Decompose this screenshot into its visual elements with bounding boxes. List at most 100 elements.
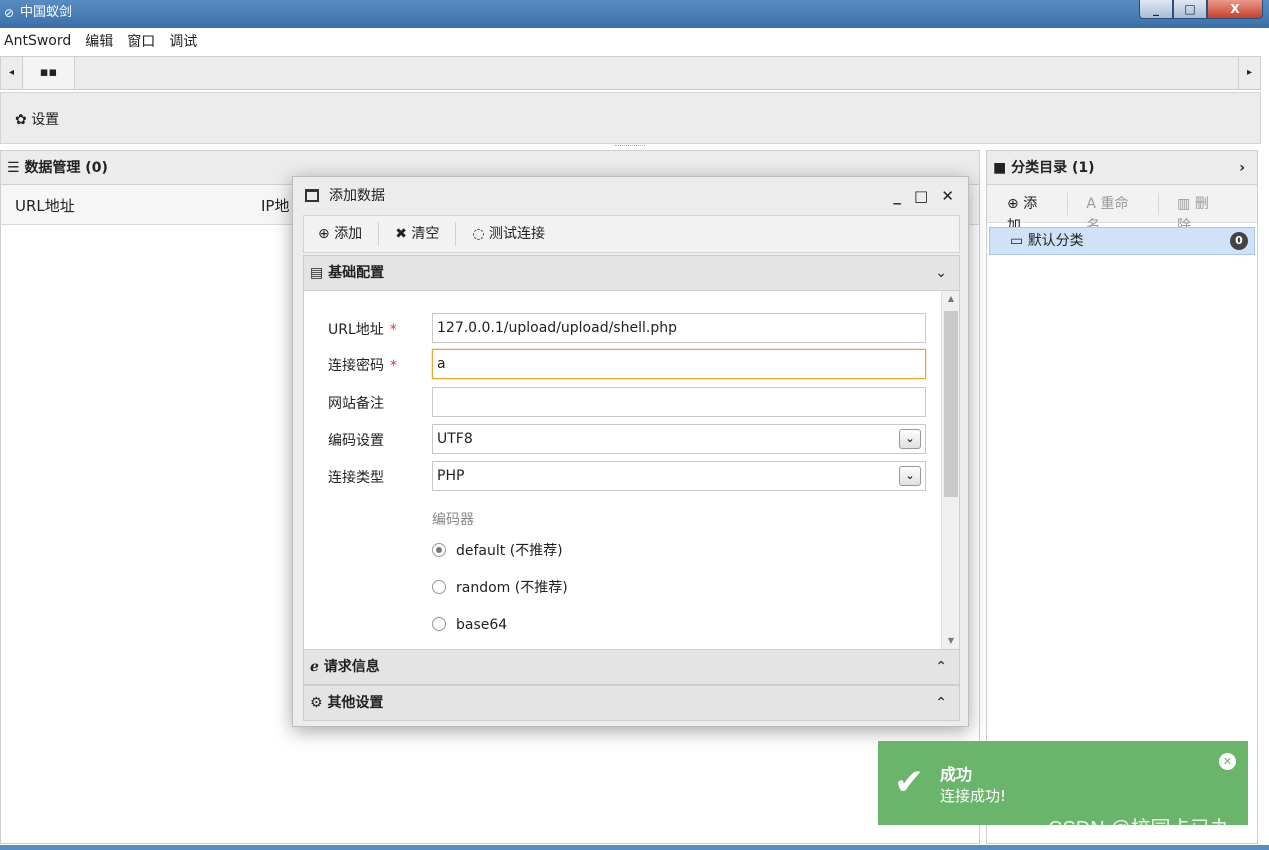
internet-explorer-icon: ℯ [310, 659, 319, 675]
category-panel: ■ 分类目录 (1) › ⊕ 添加 A 重命名 ▥ 删除 ▭ 默认分类 0 [986, 150, 1258, 844]
category-count-badge: 0 [1230, 232, 1248, 250]
category-item-default[interactable]: ▭ 默认分类 0 [989, 227, 1255, 255]
url-input[interactable]: 127.0.0.1/upload/upload/shell.php [432, 313, 926, 343]
checkmark-icon: ✔ [894, 762, 925, 803]
category-label: 默认分类 [1027, 233, 1084, 249]
encoder-base64-label: base64 [456, 617, 508, 633]
connection-type-select[interactable]: PHP ⌄ [432, 461, 926, 491]
type-label: 连接类型 [328, 470, 384, 486]
menu-antsword[interactable]: AntSword [4, 33, 71, 49]
basic-config-section[interactable]: ▤ 基础配置 ⌄ [303, 255, 960, 291]
settings-button[interactable]: ✿ 设置 [15, 109, 59, 129]
plus-circle-icon: ⊕ [1007, 195, 1019, 212]
note-input[interactable] [432, 387, 926, 417]
collapse-panel-button[interactable]: › [1239, 151, 1245, 185]
password-row: 连接密码 * a [304, 349, 944, 381]
encoder-random-label: random (不推荐) [456, 580, 568, 596]
type-row: 连接类型 PHP ⌄ [304, 461, 944, 493]
gear-icon: ✿ [15, 112, 27, 128]
tab-scroll-left-button[interactable]: ◂ [1, 57, 23, 89]
connection-type-value: PHP [437, 468, 465, 484]
plus-circle-icon: ⊕ [318, 226, 330, 242]
encoding-row: 编码设置 UTF8 ⌄ [304, 424, 944, 456]
encoder-option-random[interactable]: random (不推荐) [432, 578, 568, 598]
tab-home[interactable]: ▪▪ [23, 57, 75, 89]
scroll-down-icon[interactable]: ▼ [942, 633, 959, 649]
toast-close-icon[interactable]: ✕ [1219, 753, 1236, 770]
chevron-up-icon: ⌃ [935, 659, 947, 675]
add-button[interactable]: ⊕ 添加 [318, 222, 380, 246]
font-icon: A [1086, 195, 1096, 212]
radio-button[interactable] [432, 617, 446, 631]
main-toolbar: ✿ 设置 [0, 92, 1261, 144]
request-info-label: 请求信息 [323, 659, 380, 675]
encoding-value: UTF8 [437, 431, 473, 447]
form-scrollbar[interactable]: ▲ ▼ [941, 291, 959, 649]
test-connection-button[interactable]: ◌ 测试连接 [472, 222, 561, 246]
rename-category-button[interactable]: A 重命名 [1086, 192, 1160, 234]
add-data-dialog: 添加数据 _ □ ✕ ⊕ 添加 ✖ 清空 ◌ 测试连接 ▤ 基础配置 ⌄ URL… [292, 176, 969, 727]
column-ip[interactable]: IP地 [261, 195, 289, 216]
request-info-section[interactable]: ℯ 请求信息 ⌃ [303, 649, 960, 685]
category-header: ■ 分类目录 (1) › [987, 151, 1257, 185]
minimize-button[interactable]: _ [1139, 0, 1173, 19]
dialog-window-controls[interactable]: _ □ ✕ [893, 177, 958, 215]
menu-debug[interactable]: 调试 [169, 31, 197, 51]
window-titlebar: ⊘ 中国蚁剑 _ □ X [0, 0, 1269, 28]
url-label: URL地址 * [328, 322, 397, 338]
grid-icon: ▪▪ [39, 65, 58, 80]
test-connection-label: 测试连接 [489, 226, 546, 242]
list-icon: ☰ [7, 160, 20, 176]
scrollbar-thumb[interactable] [944, 311, 958, 497]
maximize-button[interactable]: □ [1173, 0, 1207, 19]
add-label: 添加 [334, 226, 363, 242]
other-settings-section[interactable]: ⚙ 其他设置 ⌃ [303, 685, 960, 721]
chevron-down-icon: ⌄ [935, 265, 947, 281]
chevron-up-icon: ⌃ [935, 695, 947, 711]
encoder-default-label: default (不推荐) [456, 543, 563, 559]
chevron-down-icon: ⌄ [899, 429, 921, 449]
tab-scroll-right-button[interactable]: ▸ [1238, 57, 1260, 89]
encoder-option-base64[interactable]: base64 [432, 615, 507, 635]
encoder-option-default[interactable]: default (不推荐) [432, 541, 563, 561]
menu-edit[interactable]: 编辑 [85, 31, 113, 51]
tab-bar: ◂ ▪▪ ▸ [0, 56, 1261, 90]
note-label: 网站备注 [328, 396, 384, 412]
gears-icon: ⚙ [310, 695, 323, 711]
antsword-logo-icon: ⊘ [4, 6, 15, 20]
dialog-titlebar[interactable]: 添加数据 _ □ ✕ [293, 177, 968, 215]
spinner-icon: ◌ [472, 226, 485, 242]
add-category-button[interactable]: ⊕ 添加 [1007, 192, 1069, 234]
menu-window[interactable]: 窗口 [127, 31, 155, 51]
clear-button[interactable]: ✖ 清空 [395, 222, 457, 246]
toast-message: 连接成功! [940, 787, 1007, 805]
trash-icon: ▥ [1177, 195, 1191, 212]
window-title: 中国蚁剑 [20, 5, 73, 20]
scroll-up-icon[interactable]: ▲ [942, 291, 959, 307]
delete-category-button[interactable]: ▥ 删除 [1177, 193, 1239, 234]
url-row: URL地址 * 127.0.0.1/upload/upload/shell.php [304, 313, 944, 345]
watermark: CSDN @校园卡已办 [1048, 818, 1231, 840]
window-controls: _ □ X [1139, 0, 1263, 20]
dialog-toolbar: ⊕ 添加 ✖ 清空 ◌ 测试连接 [303, 215, 960, 253]
note-row: 网站备注 [304, 387, 944, 419]
basic-config-form: URL地址 * 127.0.0.1/upload/upload/shell.php… [303, 291, 960, 649]
close-button[interactable]: X [1207, 0, 1263, 19]
chevron-down-icon: ⌄ [899, 466, 921, 486]
data-management-title: 数据管理 (0) [24, 160, 108, 176]
resize-gripper[interactable] [615, 145, 645, 148]
encoding-select[interactable]: UTF8 ⌄ [432, 424, 926, 454]
window-bottom-edge [0, 845, 1269, 850]
clear-label: 清空 [411, 226, 440, 242]
column-url[interactable]: URL地址 [15, 195, 75, 216]
category-toolbar: ⊕ 添加 A 重命名 ▥ 删除 [987, 185, 1257, 234]
folder-icon: ■ [993, 160, 1007, 176]
toast-title: 成功 [940, 765, 973, 784]
menu-bar: AntSword 编辑 窗口 调试 [0, 28, 1269, 54]
other-settings-label: 其他设置 [327, 695, 384, 711]
basic-config-label: 基础配置 [328, 265, 385, 281]
password-input[interactable]: a [432, 349, 926, 379]
x-icon: ✖ [395, 226, 407, 242]
radio-button[interactable] [432, 543, 446, 557]
radio-button[interactable] [432, 580, 446, 594]
